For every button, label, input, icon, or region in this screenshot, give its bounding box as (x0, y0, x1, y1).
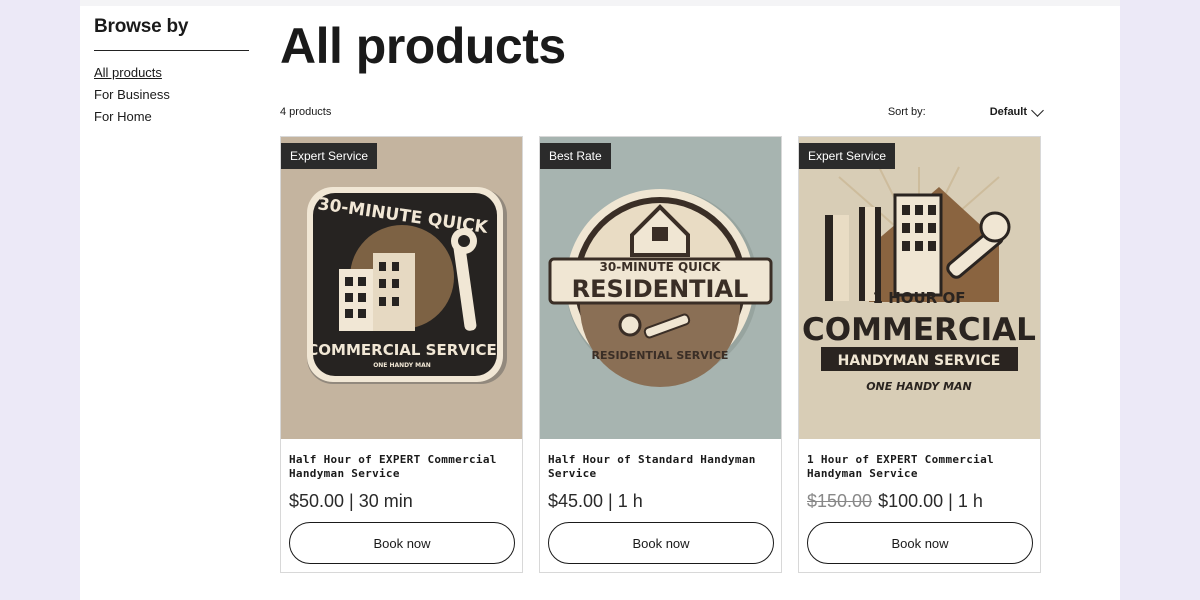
product-card[interactable]: Best Rate 30-MINUTE QUICK RESIDENTIAL RE… (539, 136, 782, 573)
image-top-text: 30-MINUTE QUICK (600, 260, 722, 274)
product-badge: Best Rate (540, 143, 611, 169)
image-main-text: RESIDENTIAL (572, 275, 749, 303)
list-meta: 4 products Sort by: Default (280, 104, 1044, 132)
sort-value: Default (989, 106, 1027, 118)
sidebar: Browse by All products For Business For … (94, 16, 249, 131)
image-sub-text: ONE HANDY MAN (866, 380, 972, 393)
image-main-text: COMMERCIAL (802, 312, 1036, 348)
commercial-service-logo-image: 30-MINUTE QUICK COMMERCIAL SERVICE ONE H… (281, 137, 522, 439)
page-title: All products (280, 18, 566, 74)
product-details: Half Hour of Standard Handyman Service $… (540, 439, 781, 564)
product-count: 4 products (280, 106, 332, 118)
product-price: $45.00 | 1 h (548, 491, 773, 512)
product-image[interactable]: Best Rate 30-MINUTE QUICK RESIDENTIAL RE… (540, 137, 781, 439)
sort-label: Sort by: (887, 106, 926, 118)
product-price: $150.00 $100.00 | 1 h (807, 491, 1032, 512)
product-name[interactable]: 1 Hour of EXPERT Commercial Handyman Ser… (807, 453, 1032, 481)
image-mid-text: HANDYMAN SERVICE (838, 353, 1001, 369)
sidebar-title: Browse by (94, 16, 249, 51)
product-card[interactable]: Expert Service (798, 136, 1041, 573)
original-price: $150.00 (807, 491, 873, 511)
sidebar-item-for-home[interactable]: For Home (94, 109, 249, 124)
image-sub-text: ONE HANDY MAN (373, 362, 431, 369)
image-sub-text: RESIDENTIAL SERVICE (592, 349, 729, 362)
product-price: $50.00 | 30 min (289, 491, 514, 512)
commercial-hour-logo-image: 1 HOUR OF COMMERCIAL HANDYMAN SERVICE ON… (799, 137, 1040, 439)
product-name[interactable]: Half Hour of EXPERT Commercial Handyman … (289, 453, 514, 481)
product-card[interactable]: Expert Service (280, 136, 523, 573)
product-details: 1 Hour of EXPERT Commercial Handyman Ser… (799, 439, 1040, 564)
sort-dropdown[interactable]: Default (989, 104, 1044, 118)
product-badge: Expert Service (799, 143, 896, 169)
product-price-value: $100.00 | 1 h (878, 491, 983, 511)
main-content: All products 4 products Sort by: Default… (280, 0, 1044, 573)
category-list: All products For Business For Home (94, 65, 249, 124)
product-image[interactable]: Expert Service (281, 137, 522, 439)
product-price-value: $50.00 | 30 min (289, 491, 413, 511)
chevron-down-icon (1031, 104, 1044, 117)
book-now-button[interactable]: Book now (807, 522, 1033, 564)
sort-control: Sort by: Default (887, 104, 1044, 118)
page: Browse by All products For Business For … (80, 0, 1120, 600)
product-name[interactable]: Half Hour of Standard Handyman Service (548, 453, 773, 481)
book-now-button[interactable]: Book now (548, 522, 774, 564)
product-image[interactable]: Expert Service (799, 137, 1040, 439)
product-details: Half Hour of EXPERT Commercial Handyman … (281, 439, 522, 564)
book-now-button[interactable]: Book now (289, 522, 515, 564)
product-price-value: $45.00 | 1 h (548, 491, 643, 511)
product-badge: Expert Service (281, 143, 378, 169)
sidebar-item-for-business[interactable]: For Business (94, 87, 249, 102)
sidebar-item-all-products[interactable]: All products (94, 65, 249, 80)
residential-service-logo-image: 30-MINUTE QUICK RESIDENTIAL RESIDENTIAL … (540, 137, 781, 439)
image-top-text: 1 HOUR OF (873, 289, 966, 307)
product-grid: Expert Service 30-MINUTE QUICK COMMERCIA… (280, 136, 1042, 573)
image-main-text: COMMERCIAL SERVICE (307, 341, 496, 359)
